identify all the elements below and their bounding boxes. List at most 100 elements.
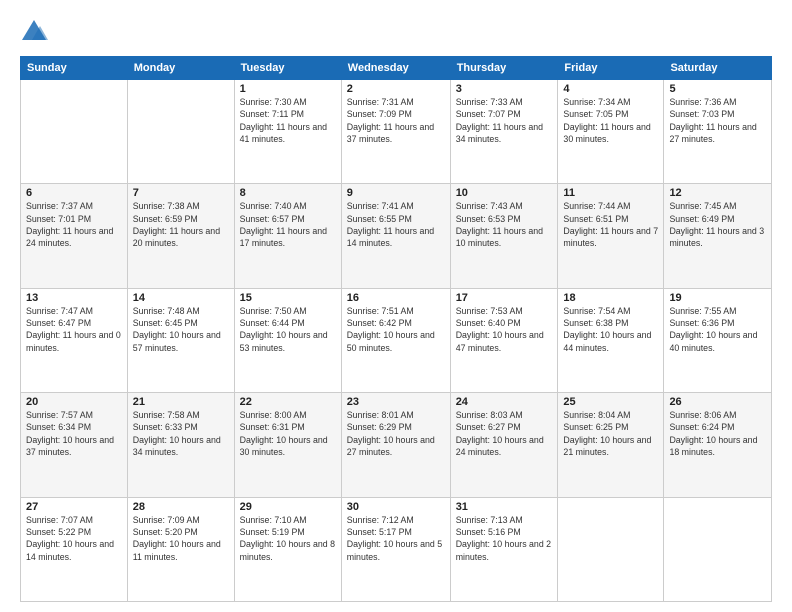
calendar-cell: 20Sunrise: 7:57 AM Sunset: 6:34 PM Dayli… (21, 393, 128, 497)
day-number: 26 (669, 396, 766, 408)
day-number: 29 (240, 501, 336, 513)
calendar-cell: 22Sunrise: 8:00 AM Sunset: 6:31 PM Dayli… (234, 393, 341, 497)
day-number: 8 (240, 187, 336, 199)
day-number: 11 (563, 187, 658, 199)
week-row-5: 27Sunrise: 7:07 AM Sunset: 5:22 PM Dayli… (21, 497, 772, 601)
day-number: 15 (240, 292, 336, 304)
day-info: Sunrise: 7:48 AM Sunset: 6:45 PM Dayligh… (133, 305, 229, 354)
day-info: Sunrise: 7:10 AM Sunset: 5:19 PM Dayligh… (240, 514, 336, 563)
day-info: Sunrise: 7:34 AM Sunset: 7:05 PM Dayligh… (563, 96, 658, 145)
day-number: 31 (456, 501, 553, 513)
page: SundayMondayTuesdayWednesdayThursdayFrid… (0, 0, 792, 612)
calendar-cell: 2Sunrise: 7:31 AM Sunset: 7:09 PM Daylig… (341, 80, 450, 184)
day-info: Sunrise: 7:43 AM Sunset: 6:53 PM Dayligh… (456, 200, 553, 249)
calendar-cell (21, 80, 128, 184)
day-info: Sunrise: 7:58 AM Sunset: 6:33 PM Dayligh… (133, 409, 229, 458)
calendar-cell: 26Sunrise: 8:06 AM Sunset: 6:24 PM Dayli… (664, 393, 772, 497)
calendar-cell: 15Sunrise: 7:50 AM Sunset: 6:44 PM Dayli… (234, 288, 341, 392)
day-number: 21 (133, 396, 229, 408)
day-info: Sunrise: 7:33 AM Sunset: 7:07 PM Dayligh… (456, 96, 553, 145)
day-number: 9 (347, 187, 445, 199)
calendar-cell (664, 497, 772, 601)
calendar-cell: 23Sunrise: 8:01 AM Sunset: 6:29 PM Dayli… (341, 393, 450, 497)
calendar-cell (127, 80, 234, 184)
day-info: Sunrise: 7:07 AM Sunset: 5:22 PM Dayligh… (26, 514, 122, 563)
week-row-1: 1Sunrise: 7:30 AM Sunset: 7:11 PM Daylig… (21, 80, 772, 184)
weekday-header-wednesday: Wednesday (341, 57, 450, 80)
day-number: 28 (133, 501, 229, 513)
day-number: 13 (26, 292, 122, 304)
day-info: Sunrise: 7:55 AM Sunset: 6:36 PM Dayligh… (669, 305, 766, 354)
calendar-cell: 14Sunrise: 7:48 AM Sunset: 6:45 PM Dayli… (127, 288, 234, 392)
day-info: Sunrise: 8:06 AM Sunset: 6:24 PM Dayligh… (669, 409, 766, 458)
day-info: Sunrise: 8:00 AM Sunset: 6:31 PM Dayligh… (240, 409, 336, 458)
weekday-header-sunday: Sunday (21, 57, 128, 80)
day-info: Sunrise: 7:37 AM Sunset: 7:01 PM Dayligh… (26, 200, 122, 249)
calendar-cell: 21Sunrise: 7:58 AM Sunset: 6:33 PM Dayli… (127, 393, 234, 497)
day-number: 10 (456, 187, 553, 199)
day-number: 14 (133, 292, 229, 304)
logo-icon (20, 18, 48, 46)
day-number: 22 (240, 396, 336, 408)
day-number: 1 (240, 83, 336, 95)
day-number: 25 (563, 396, 658, 408)
calendar-cell: 19Sunrise: 7:55 AM Sunset: 6:36 PM Dayli… (664, 288, 772, 392)
calendar-cell: 8Sunrise: 7:40 AM Sunset: 6:57 PM Daylig… (234, 184, 341, 288)
calendar-cell: 9Sunrise: 7:41 AM Sunset: 6:55 PM Daylig… (341, 184, 450, 288)
calendar-cell: 10Sunrise: 7:43 AM Sunset: 6:53 PM Dayli… (450, 184, 558, 288)
day-info: Sunrise: 7:54 AM Sunset: 6:38 PM Dayligh… (563, 305, 658, 354)
week-row-3: 13Sunrise: 7:47 AM Sunset: 6:47 PM Dayli… (21, 288, 772, 392)
day-info: Sunrise: 7:38 AM Sunset: 6:59 PM Dayligh… (133, 200, 229, 249)
calendar: SundayMondayTuesdayWednesdayThursdayFrid… (20, 56, 772, 602)
weekday-header-friday: Friday (558, 57, 664, 80)
day-number: 17 (456, 292, 553, 304)
day-number: 3 (456, 83, 553, 95)
calendar-cell: 16Sunrise: 7:51 AM Sunset: 6:42 PM Dayli… (341, 288, 450, 392)
day-info: Sunrise: 7:45 AM Sunset: 6:49 PM Dayligh… (669, 200, 766, 249)
day-info: Sunrise: 7:30 AM Sunset: 7:11 PM Dayligh… (240, 96, 336, 145)
weekday-header-saturday: Saturday (664, 57, 772, 80)
header (20, 18, 772, 46)
day-number: 4 (563, 83, 658, 95)
day-info: Sunrise: 7:40 AM Sunset: 6:57 PM Dayligh… (240, 200, 336, 249)
day-info: Sunrise: 8:01 AM Sunset: 6:29 PM Dayligh… (347, 409, 445, 458)
week-row-4: 20Sunrise: 7:57 AM Sunset: 6:34 PM Dayli… (21, 393, 772, 497)
day-number: 20 (26, 396, 122, 408)
day-info: Sunrise: 7:13 AM Sunset: 5:16 PM Dayligh… (456, 514, 553, 563)
weekday-header-thursday: Thursday (450, 57, 558, 80)
day-info: Sunrise: 7:09 AM Sunset: 5:20 PM Dayligh… (133, 514, 229, 563)
calendar-cell: 17Sunrise: 7:53 AM Sunset: 6:40 PM Dayli… (450, 288, 558, 392)
calendar-cell: 1Sunrise: 7:30 AM Sunset: 7:11 PM Daylig… (234, 80, 341, 184)
calendar-cell: 3Sunrise: 7:33 AM Sunset: 7:07 PM Daylig… (450, 80, 558, 184)
day-info: Sunrise: 8:03 AM Sunset: 6:27 PM Dayligh… (456, 409, 553, 458)
day-number: 24 (456, 396, 553, 408)
day-info: Sunrise: 7:44 AM Sunset: 6:51 PM Dayligh… (563, 200, 658, 249)
calendar-cell: 30Sunrise: 7:12 AM Sunset: 5:17 PM Dayli… (341, 497, 450, 601)
weekday-header-tuesday: Tuesday (234, 57, 341, 80)
calendar-cell: 18Sunrise: 7:54 AM Sunset: 6:38 PM Dayli… (558, 288, 664, 392)
day-number: 5 (669, 83, 766, 95)
day-info: Sunrise: 8:04 AM Sunset: 6:25 PM Dayligh… (563, 409, 658, 458)
day-number: 2 (347, 83, 445, 95)
calendar-cell: 4Sunrise: 7:34 AM Sunset: 7:05 PM Daylig… (558, 80, 664, 184)
calendar-cell: 28Sunrise: 7:09 AM Sunset: 5:20 PM Dayli… (127, 497, 234, 601)
day-number: 7 (133, 187, 229, 199)
day-info: Sunrise: 7:31 AM Sunset: 7:09 PM Dayligh… (347, 96, 445, 145)
day-info: Sunrise: 7:12 AM Sunset: 5:17 PM Dayligh… (347, 514, 445, 563)
calendar-cell: 25Sunrise: 8:04 AM Sunset: 6:25 PM Dayli… (558, 393, 664, 497)
calendar-cell: 7Sunrise: 7:38 AM Sunset: 6:59 PM Daylig… (127, 184, 234, 288)
day-info: Sunrise: 7:57 AM Sunset: 6:34 PM Dayligh… (26, 409, 122, 458)
day-number: 12 (669, 187, 766, 199)
day-info: Sunrise: 7:50 AM Sunset: 6:44 PM Dayligh… (240, 305, 336, 354)
calendar-cell: 12Sunrise: 7:45 AM Sunset: 6:49 PM Dayli… (664, 184, 772, 288)
week-row-2: 6Sunrise: 7:37 AM Sunset: 7:01 PM Daylig… (21, 184, 772, 288)
day-info: Sunrise: 7:36 AM Sunset: 7:03 PM Dayligh… (669, 96, 766, 145)
calendar-cell: 5Sunrise: 7:36 AM Sunset: 7:03 PM Daylig… (664, 80, 772, 184)
day-number: 27 (26, 501, 122, 513)
day-number: 6 (26, 187, 122, 199)
day-number: 16 (347, 292, 445, 304)
day-info: Sunrise: 7:51 AM Sunset: 6:42 PM Dayligh… (347, 305, 445, 354)
calendar-cell: 31Sunrise: 7:13 AM Sunset: 5:16 PM Dayli… (450, 497, 558, 601)
calendar-cell: 27Sunrise: 7:07 AM Sunset: 5:22 PM Dayli… (21, 497, 128, 601)
calendar-cell: 29Sunrise: 7:10 AM Sunset: 5:19 PM Dayli… (234, 497, 341, 601)
